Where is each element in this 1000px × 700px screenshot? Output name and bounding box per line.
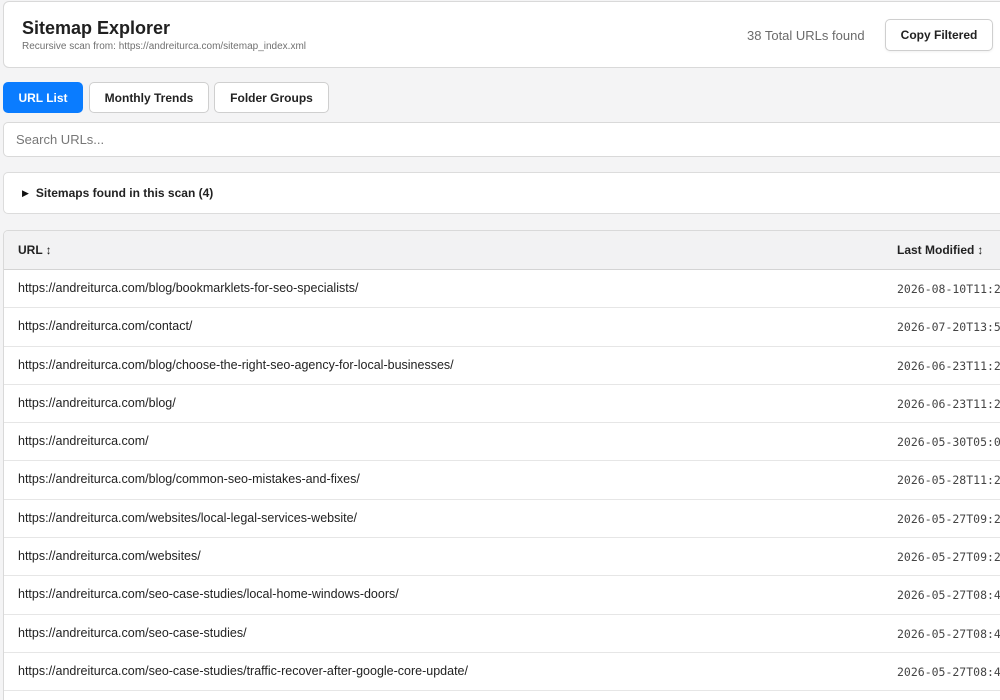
search-input[interactable] xyxy=(3,122,1000,157)
table-row[interactable]: https://andreiturca.com/ 2026-05-30T05:0 xyxy=(4,423,1000,462)
header-card: Sitemap Explorer Recursive scan from: ht… xyxy=(3,1,1000,68)
url-cell: https://andreiturca.com/blog/ xyxy=(18,395,176,410)
table-row[interactable]: https://andreiturca.com/blog/common-seo-… xyxy=(4,461,1000,500)
sort-icon: ↕ xyxy=(977,243,984,257)
url-cell: https://andreiturca.com/websites/local-l… xyxy=(18,510,358,525)
column-header-last-modified[interactable]: Last Modified ↕ xyxy=(897,243,983,257)
date-cell: 2026-05-27T08:4 xyxy=(897,626,1000,641)
table-row[interactable]: https://andreiturca.com/websites/local-l… xyxy=(4,500,1000,539)
date-cell: 2026-05-27T09:2 xyxy=(897,511,1000,526)
url-cell: https://andreiturca.com/websites/ xyxy=(18,549,201,564)
copy-filtered-button[interactable]: Copy Filtered xyxy=(885,19,993,51)
sort-icon: ↕ xyxy=(45,243,52,257)
url-table: URL ↕ Last Modified ↕ https://andreiturca.… xyxy=(3,230,1000,700)
url-cell: https://andreiturca.com/seo-case-studies… xyxy=(18,663,468,678)
sitemaps-found-toggle[interactable]: ▶ Sitemaps found in this scan (4) xyxy=(3,172,1000,214)
table-row[interactable]: https://andreiturca.com/blog/ 2026-06-23… xyxy=(4,385,1000,424)
date-cell: 2026-05-30T05:0 xyxy=(897,435,1000,450)
table-row[interactable]: https://andreiturca.com/blog/bookmarklet… xyxy=(4,270,1000,309)
triangle-right-icon: ▶ xyxy=(22,187,29,198)
date-cell: 2026-05-27T08:4 xyxy=(897,588,1000,603)
url-cell: https://andreiturca.com/blog/choose-the-… xyxy=(18,357,454,372)
date-cell: 2026-08-10T11:2 xyxy=(897,282,1000,296)
tab-url-list[interactable]: URL List xyxy=(3,82,83,113)
date-cell: 2026-05-27T08:4 xyxy=(897,664,1000,679)
column-header-url[interactable]: URL ↕ xyxy=(18,243,52,257)
table-row[interactable]: https://andreiturca.com/contact/ 2026-07… xyxy=(4,308,1000,347)
table-row[interactable]: https://andreiturca.com/seo-case-studies… xyxy=(4,653,1000,692)
column-header-url-label: URL xyxy=(18,243,43,257)
date-cell: 2026-05-27T09:2 xyxy=(897,550,1000,565)
tab-monthly-trends[interactable]: Monthly Trends xyxy=(89,82,209,113)
date-cell: 2026-07-20T13:5 xyxy=(897,320,1000,335)
date-cell: 2026-06-23T11:2 xyxy=(897,396,1000,411)
url-cell: https://andreiturca.com/blog/common-seo-… xyxy=(18,472,360,487)
url-cell: https://andreiturca.com/ xyxy=(18,434,149,449)
url-cell: https://andreiturca.com/seo-case-studies… xyxy=(18,625,247,640)
table-row[interactable]: https://andreiturca.com/seo-case-studies… xyxy=(4,615,1000,653)
total-urls-count: 38 Total URLs found xyxy=(747,28,865,43)
sitemaps-found-label: Sitemaps found in this scan (4) xyxy=(35,186,214,200)
table-header: URL ↕ Last Modified ↕ xyxy=(4,231,1000,270)
date-cell: 2026-06-23T11:2 xyxy=(897,358,1000,373)
column-header-last-modified-label: Last Modified xyxy=(897,243,975,257)
url-cell: https://andreiturca.com/seo-case-studies… xyxy=(18,587,399,602)
scan-source-subtitle: Recursive scan from: https://andreiturca… xyxy=(22,41,306,52)
table-row[interactable]: https://andreiturca.com/seo-case-studies… xyxy=(4,576,1000,615)
table-row[interactable]: https://andreiturca.com/blog/choose-the-… xyxy=(4,347,1000,385)
tab-folder-groups[interactable]: Folder Groups xyxy=(214,82,329,113)
url-cell: https://andreiturca.com/contact/ xyxy=(18,319,193,334)
url-cell: https://andreiturca.com/blog/bookmarklet… xyxy=(18,281,359,295)
date-cell: 2026-05-28T11:2 xyxy=(897,473,1000,488)
page: Sitemap Explorer Recursive scan from: ht… xyxy=(0,0,1000,700)
page-title: Sitemap Explorer xyxy=(22,18,171,38)
table-row[interactable]: https://andreiturca.com/websites/ 2026-0… xyxy=(4,538,1000,577)
